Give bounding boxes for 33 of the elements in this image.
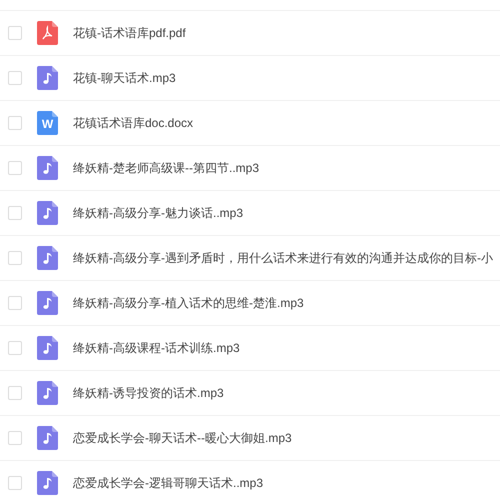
file-name[interactable]: 恋爱成长学会-逻辑哥聊天话术..mp3 [73, 474, 264, 492]
file-name[interactable]: 绛妖精-楚老师高级课--第四节..mp3 [73, 159, 259, 177]
checkbox[interactable] [8, 116, 22, 130]
file-name[interactable]: 恋爱成长学会-聊天话术--暖心大御姐.mp3 [73, 429, 292, 447]
checkbox[interactable] [8, 431, 22, 445]
checkbox[interactable] [8, 296, 22, 310]
music-file-icon [37, 426, 58, 450]
music-file-icon [37, 336, 58, 360]
file-name[interactable]: 绛妖精-高级分享-植入话术的思维-楚淮.mp3 [73, 294, 304, 312]
checkbox[interactable] [8, 71, 22, 85]
music-file-icon [37, 246, 58, 270]
pdf-file-icon [37, 21, 58, 45]
music-file-icon [37, 291, 58, 315]
music-file-icon [37, 471, 58, 495]
checkbox[interactable] [8, 26, 22, 40]
checkbox[interactable] [8, 341, 22, 355]
checkbox[interactable] [8, 386, 22, 400]
music-file-icon [37, 201, 58, 225]
file-name[interactable]: 花镇-话术语库pdf.pdf [73, 24, 186, 42]
file-name[interactable]: 绛妖精-诱导投资的话术.mp3 [73, 384, 224, 402]
music-file-icon [37, 156, 58, 180]
checkbox[interactable] [8, 206, 22, 220]
checkbox[interactable] [8, 161, 22, 175]
file-name[interactable]: 绛妖精-高级分享-遇到矛盾时，用什么话术来进行有效的沟通并达成你的目标-小 [73, 249, 493, 267]
file-name[interactable]: 绛妖精-高级课程-话术训练.mp3 [73, 339, 240, 357]
file-name[interactable]: 绛妖精-高级分享-魅力谈话..mp3 [73, 204, 244, 222]
checkbox[interactable] [8, 251, 22, 265]
file-name[interactable]: 花镇-聊天话术.mp3 [73, 69, 176, 87]
music-file-icon [37, 381, 58, 405]
file-name[interactable]: 花镇话术语库doc.docx [73, 114, 194, 132]
music-file-icon [37, 66, 58, 90]
checkbox[interactable] [8, 476, 22, 490]
word-file-icon: W [37, 111, 58, 135]
